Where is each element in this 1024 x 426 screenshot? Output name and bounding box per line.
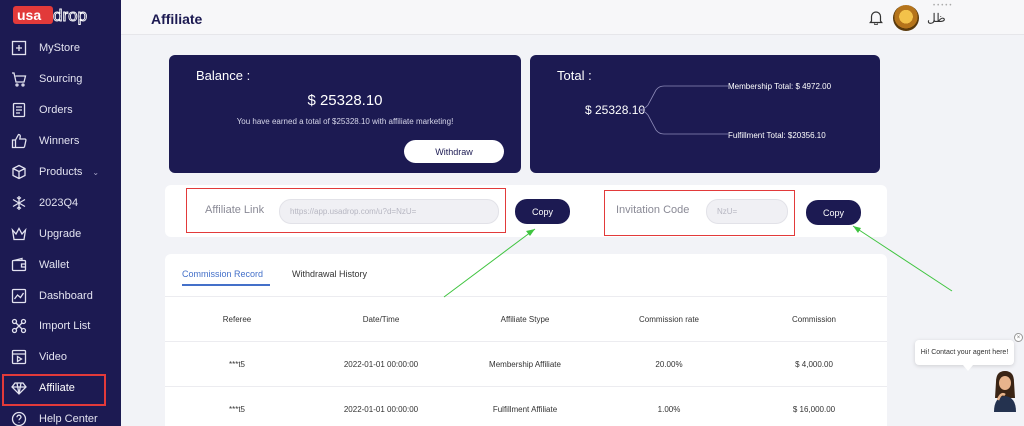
sidebar-item-label: Winners	[39, 135, 80, 148]
column-header: Date/Time	[362, 315, 400, 324]
tab-commission-record[interactable]: Commission Record	[182, 269, 271, 286]
usadrop-logo[interactable]: usa drop	[13, 4, 95, 26]
affiliate-link-label: Affiliate Link	[205, 204, 265, 216]
sidebar-item-import-list[interactable]: Import List	[0, 311, 121, 342]
commission-cell: $ 4,000.00	[795, 360, 833, 369]
table-row: ***t5 2022-01-01 00:00:00 Fulfillment Af…	[165, 387, 887, 426]
invitation-code-field[interactable]: NzU=	[706, 199, 788, 224]
cart-icon	[11, 71, 27, 87]
bell-icon[interactable]	[869, 9, 883, 25]
svg-text:usa: usa	[17, 7, 41, 23]
sidebar-item-winners[interactable]: Winners	[0, 126, 121, 157]
snowflake-icon	[11, 195, 27, 211]
datetime-cell: 2022-01-01 00:00:00	[343, 360, 419, 369]
sidebar: usa drop MyStore Sourcing Orders Winners…	[0, 0, 121, 426]
copy-code-button[interactable]: Copy	[806, 200, 861, 225]
sidebar-item-label: Help Center	[39, 413, 98, 426]
sidebar-item-2023q4[interactable]: 2023Q4	[0, 187, 121, 218]
thumbs-up-icon	[11, 133, 27, 149]
crown-icon	[11, 226, 27, 242]
total-breakdown-connector	[638, 85, 728, 135]
copy-link-button[interactable]: Copy	[515, 199, 570, 224]
sidebar-item-label: Products	[39, 166, 83, 178]
chat-bubble[interactable]: Hi! Contact your agent here!	[915, 340, 1014, 365]
total-amount: $ 25328.10	[585, 103, 646, 117]
affiliate-type-cell: Membership Affiliate	[489, 360, 561, 369]
sidebar-item-label: Sourcing	[39, 73, 83, 86]
close-icon[interactable]: ×	[1014, 333, 1023, 342]
referee-cell: ***t5	[228, 360, 245, 369]
sidebar-item-dashboard[interactable]: Dashboard	[0, 280, 121, 311]
balance-label: Balance :	[196, 68, 251, 83]
sidebar-item-label: Upgrade	[39, 227, 82, 240]
sidebar-item-mystore[interactable]: MyStore	[0, 33, 121, 64]
balance-note: You have earned a total of $25328.10 wit…	[236, 117, 454, 126]
sidebar-item-upgrade[interactable]: Upgrade	[0, 218, 121, 249]
affiliate-type-cell: Fulfillment Affiliate	[492, 405, 558, 414]
balance-amount: $ 25328.10	[307, 92, 383, 109]
chevron-down-icon[interactable]: ⌄	[92, 168, 99, 177]
total-card: Total : $ 25328.10 Membership Total: $ 4…	[530, 55, 880, 173]
sidebar-item-orders[interactable]: Orders	[0, 95, 121, 126]
wallet-icon	[11, 257, 27, 273]
diamond-icon	[11, 380, 27, 396]
import-icon	[11, 318, 27, 334]
page-title: Affiliate	[151, 11, 203, 27]
orders-icon	[11, 102, 27, 118]
top-header: Affiliate ••••• ظل	[121, 0, 1024, 35]
fulfillment-total: Fulfillment Total: $20356.10	[728, 131, 826, 140]
sidebar-item-affiliate[interactable]: Affiliate	[0, 373, 121, 406]
commission-cell: $ 16,000.00	[792, 405, 836, 414]
column-header: Commission	[791, 315, 836, 324]
chart-icon	[11, 288, 27, 304]
column-header: Referee	[222, 315, 252, 324]
store-plus-icon	[11, 40, 27, 56]
svg-text:drop: drop	[53, 6, 87, 25]
box-icon	[11, 164, 27, 180]
sidebar-item-sourcing[interactable]: Sourcing	[0, 64, 121, 95]
table-row: ***t5 2022-01-01 00:00:00 Membership Aff…	[165, 342, 887, 387]
total-label: Total :	[557, 68, 592, 83]
affiliate-link-field[interactable]: https://app.usadrop.com/u?d=NzU=	[279, 199, 499, 224]
affiliate-link-bar: Affiliate Link https://app.usadrop.com/u…	[165, 185, 887, 237]
sidebar-item-help-center[interactable]: Help Center	[0, 404, 121, 426]
sidebar-item-label: Affiliate	[39, 382, 75, 395]
table-header: Referee Date/Time Affiliate Stype Commis…	[165, 297, 887, 342]
sidebar-item-label: Video	[39, 351, 67, 364]
sidebar-item-label: 2023Q4	[39, 196, 79, 209]
balance-card: Balance : $ 25328.10 You have earned a t…	[169, 55, 521, 173]
record-tabs: Commission Record Withdrawal History	[165, 254, 887, 297]
user-decoration: •••••	[933, 3, 954, 9]
sidebar-item-label: MyStore	[39, 42, 80, 55]
sidebar-item-video[interactable]: Video	[0, 342, 121, 373]
agent-avatar[interactable]	[986, 368, 1022, 412]
sidebar-item-label: Dashboard	[39, 289, 93, 302]
referee-cell: ***t5	[228, 405, 245, 414]
sidebar-item-wallet[interactable]: Wallet	[0, 249, 121, 280]
chat-bubble-tail	[963, 365, 973, 371]
sidebar-item-label: Import List	[39, 320, 91, 333]
question-icon	[11, 411, 27, 426]
video-icon	[11, 349, 27, 365]
invitation-code-label: Invitation Code	[616, 204, 690, 216]
membership-total: Membership Total: $ 4972.00	[728, 82, 832, 91]
commission-panel: Commission Record Withdrawal History Ref…	[165, 254, 887, 426]
tab-withdrawal-history[interactable]: Withdrawal History	[292, 269, 367, 279]
withdraw-button[interactable]: Withdraw	[404, 140, 504, 163]
column-header: Commission rate	[638, 315, 699, 324]
column-header: Affiliate Stype	[500, 315, 550, 324]
commission-rate-cell: 20.00%	[655, 360, 683, 369]
sidebar-item-label: Orders	[39, 104, 73, 117]
sidebar-nav: MyStore Sourcing Orders Winners Products…	[0, 33, 121, 426]
avatar[interactable]	[893, 5, 919, 31]
commission-rate-cell: 1.00%	[657, 405, 681, 414]
sidebar-item-label: Wallet	[39, 258, 70, 271]
username[interactable]: ظل	[927, 11, 946, 25]
datetime-cell: 2022-01-01 00:00:00	[343, 405, 419, 414]
sidebar-item-products[interactable]: Products ⌄	[0, 157, 121, 188]
